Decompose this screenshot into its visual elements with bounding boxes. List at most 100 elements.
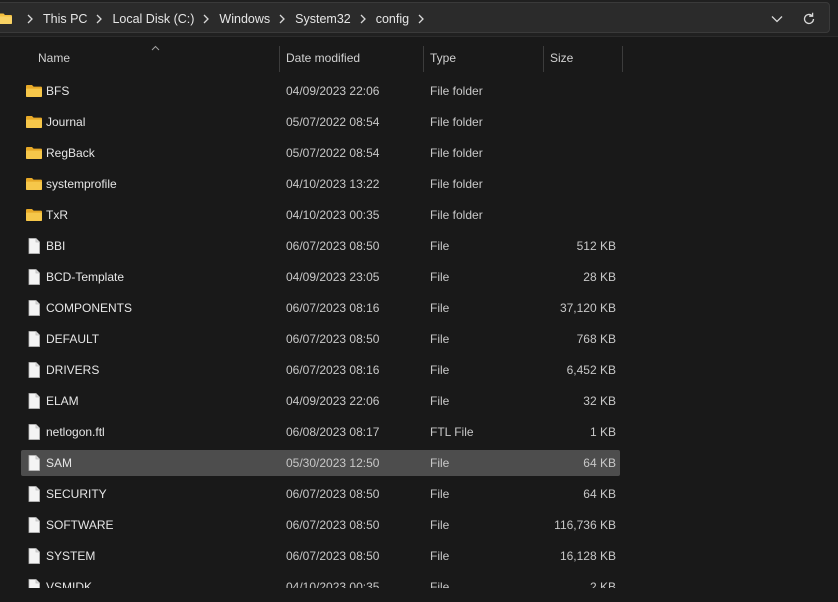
folder-icon — [25, 144, 43, 162]
column-header-type[interactable]: Type — [424, 44, 543, 72]
refresh-button[interactable] — [799, 9, 819, 29]
file-icon — [25, 392, 43, 410]
file-row[interactable]: BFS 04/09/2023 22:06 File folder — [21, 78, 620, 104]
file-size: 768 KB — [576, 332, 616, 346]
file-name: netlogon.ftl — [46, 425, 105, 439]
file-date-modified: 06/07/2023 08:16 — [286, 363, 380, 377]
file-name: SYSTEM — [46, 549, 96, 563]
column-header: Name Date modified Type Size — [0, 44, 838, 72]
file-name: SOFTWARE — [46, 518, 114, 532]
chevron-right-icon[interactable] — [202, 14, 210, 24]
crumb-windows[interactable]: Windows — [219, 12, 270, 26]
breadcrumb: This PC Local Disk (C:) Windows System32… — [0, 3, 434, 34]
file-row[interactable]: BCD-Template 04/09/2023 23:05 File 28 KB — [21, 264, 620, 290]
crumb-system32[interactable]: System32 — [295, 12, 351, 26]
file-size: 28 KB — [583, 270, 616, 284]
file-type: File — [430, 487, 450, 501]
file-size: 37,120 KB — [559, 301, 616, 315]
chevron-right-icon[interactable] — [417, 14, 425, 24]
file-icon — [25, 485, 43, 503]
file-date-modified: 06/07/2023 08:50 — [286, 239, 380, 253]
file-type: File — [430, 239, 450, 253]
file-icon — [25, 237, 43, 255]
file-size: 1 KB — [589, 425, 616, 439]
crumb-local-disk[interactable]: Local Disk (C:) — [112, 12, 194, 26]
file-type: File folder — [430, 208, 483, 222]
file-row[interactable]: SOFTWARE 06/07/2023 08:50 File 116,736 KB — [21, 512, 620, 538]
file-row[interactable]: TxR 04/10/2023 00:35 File folder — [21, 202, 620, 228]
file-date-modified: 04/09/2023 23:05 — [286, 270, 380, 284]
file-date-modified: 06/07/2023 08:50 — [286, 332, 380, 346]
file-row[interactable]: ELAM 04/09/2023 22:06 File 32 KB — [21, 388, 620, 414]
file-row[interactable]: systemprofile 04/10/2023 13:22 File folder — [21, 171, 620, 197]
file-icon — [25, 454, 43, 472]
file-date-modified: 04/10/2023 00:35 — [286, 208, 380, 222]
file-row[interactable]: DRIVERS 06/07/2023 08:16 File 6,452 KB — [21, 357, 620, 383]
file-date-modified: 06/07/2023 08:16 — [286, 301, 380, 315]
folder-icon — [25, 175, 43, 193]
file-row[interactable]: netlogon.ftl 06/08/2023 08:17 FTL File 1 KB — [21, 419, 620, 445]
file-name: DEFAULT — [46, 332, 100, 346]
file-icon — [25, 299, 43, 317]
chevron-right-icon[interactable] — [278, 14, 286, 24]
file-icon — [25, 330, 43, 348]
file-type: File folder — [430, 115, 483, 129]
file-name: SAM — [46, 456, 73, 470]
folder-icon — [25, 82, 43, 100]
file-explorer-window: This PC Local Disk (C:) Windows System32… — [0, 0, 838, 602]
file-size: 64 KB — [583, 456, 616, 470]
file-type: File folder — [430, 177, 483, 191]
file-name: RegBack — [46, 146, 95, 160]
address-history-button[interactable] — [767, 9, 787, 29]
file-date-modified: 06/08/2023 08:17 — [286, 425, 380, 439]
file-size: 6,452 KB — [566, 363, 616, 377]
file-date-modified: 04/09/2023 22:06 — [286, 394, 380, 408]
file-name: systemprofile — [46, 177, 117, 191]
file-row[interactable]: SYSTEM 06/07/2023 08:50 File 16,128 KB — [21, 543, 620, 569]
file-name: SECURITY — [46, 487, 107, 501]
file-name: COMPONENTS — [46, 301, 133, 315]
refresh-icon — [803, 12, 815, 25]
file-date-modified: 06/07/2023 08:50 — [286, 518, 380, 532]
address-bar: This PC Local Disk (C:) Windows System32… — [0, 0, 838, 37]
file-icon — [25, 547, 43, 565]
file-type: File — [430, 270, 450, 284]
file-row[interactable]: RegBack 05/07/2022 08:54 File folder — [21, 140, 620, 166]
column-header-name[interactable]: Name — [30, 44, 279, 72]
file-size: 116,736 KB — [554, 518, 616, 532]
file-row[interactable]: Journal 05/07/2022 08:54 File folder — [21, 109, 620, 135]
file-row[interactable]: COMPONENTS 06/07/2023 08:16 File 37,120 KB — [21, 295, 620, 321]
file-row[interactable]: SAM 05/30/2023 12:50 File 64 KB — [21, 450, 620, 476]
file-name: DRIVERS — [46, 363, 100, 377]
file-size: 16,128 KB — [559, 549, 616, 563]
column-divider[interactable] — [622, 46, 623, 72]
file-row[interactable]: SECURITY 06/07/2023 08:50 File 64 KB — [21, 481, 620, 507]
file-date-modified: 05/30/2023 12:50 — [286, 456, 380, 470]
file-icon — [25, 361, 43, 379]
file-date-modified: 06/07/2023 08:50 — [286, 549, 380, 563]
address-box[interactable]: This PC Local Disk (C:) Windows System32… — [0, 2, 830, 33]
file-date-modified: 05/07/2022 08:54 — [286, 115, 380, 129]
chevron-right-icon[interactable] — [26, 14, 34, 24]
chevron-right-icon[interactable] — [95, 14, 103, 24]
file-size: 512 KB — [576, 239, 616, 253]
folder-icon — [25, 206, 43, 224]
file-icon — [25, 423, 43, 441]
chevron-right-icon[interactable] — [359, 14, 367, 24]
chevron-down-icon — [771, 16, 783, 23]
column-header-size[interactable]: Size — [544, 44, 623, 72]
file-type: File — [430, 549, 450, 563]
crumb-config[interactable]: config — [376, 12, 409, 26]
file-type: File — [430, 301, 450, 315]
column-header-date-modified[interactable]: Date modified — [280, 44, 423, 72]
file-type: File — [430, 363, 450, 377]
folder-icon — [25, 113, 43, 131]
file-row[interactable]: BBI 06/07/2023 08:50 File 512 KB — [21, 233, 620, 259]
crumb-this-pc[interactable]: This PC — [43, 12, 87, 26]
file-type: File — [430, 394, 450, 408]
file-name: BBI — [46, 239, 66, 253]
file-type: File — [430, 332, 450, 346]
file-size: 64 KB — [583, 487, 616, 501]
file-name: BFS — [46, 84, 70, 98]
file-row[interactable]: DEFAULT 06/07/2023 08:50 File 768 KB — [21, 326, 620, 352]
